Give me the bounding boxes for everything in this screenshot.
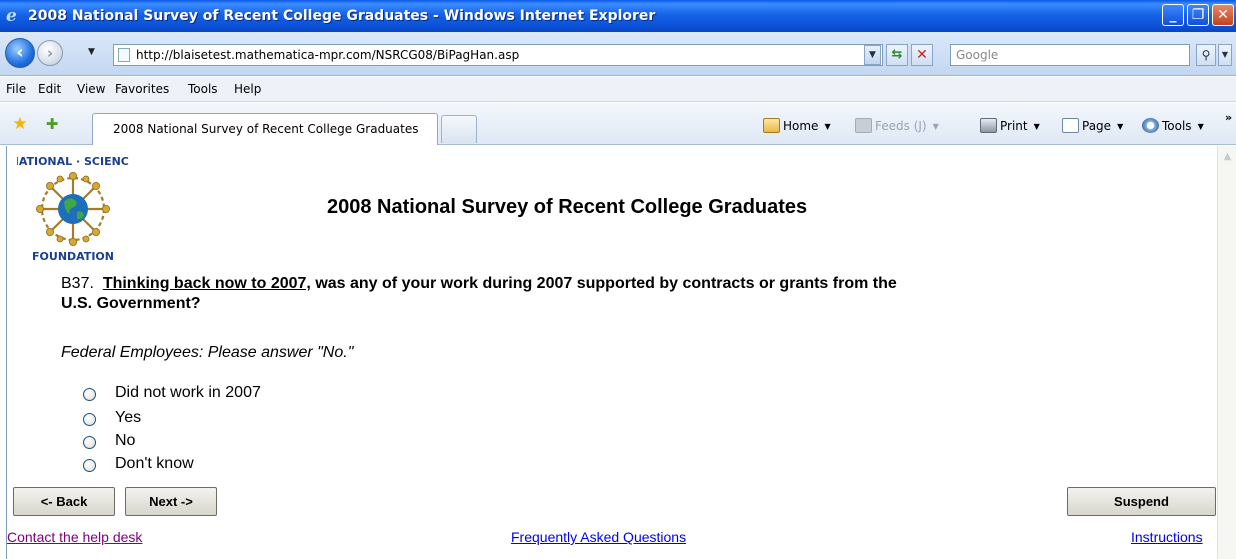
- stop-icon[interactable]: ✕: [911, 44, 933, 66]
- title-bar: e 2008 National Survey of Recent College…: [0, 0, 1236, 32]
- home-icon: [763, 118, 780, 133]
- menu-help[interactable]: Help: [234, 82, 261, 96]
- option-label: Yes: [115, 409, 142, 426]
- tab-active[interactable]: 2008 National Survey of Recent College G…: [92, 113, 438, 145]
- instruction-text: Federal Employees: Please answer "No.": [61, 344, 354, 361]
- print-button[interactable]: Print ▼: [980, 118, 1040, 133]
- page-icon: [1062, 118, 1079, 133]
- page-content: NATIONAL · SCIENCE FOUNDATION 2008 Natio…: [6, 146, 1217, 559]
- tools-menu-button[interactable]: Tools ▼: [1142, 118, 1204, 133]
- menu-view[interactable]: View: [77, 82, 105, 96]
- address-toolbar: ‹ › ▼ http://blaisetest.mathematica-mpr.…: [0, 32, 1236, 76]
- back-arrow-icon[interactable]: ‹: [5, 38, 35, 68]
- question-text: B37. Thinking back now to 2007, was any …: [61, 274, 921, 314]
- instructions-link[interactable]: Instructions: [1131, 529, 1203, 545]
- menu-tools[interactable]: Tools: [188, 82, 218, 96]
- refresh-icon[interactable]: ⇆: [886, 44, 908, 66]
- print-label: Print: [1000, 119, 1028, 133]
- menu-edit[interactable]: Edit: [38, 82, 61, 96]
- more-commands-icon[interactable]: »: [1225, 111, 1232, 124]
- forward-arrow-icon[interactable]: ›: [37, 40, 63, 66]
- printer-icon: [980, 118, 997, 133]
- help-desk-link[interactable]: Contact the help desk: [7, 529, 142, 545]
- survey-title: 2008 National Survey of Recent College G…: [327, 196, 808, 218]
- suspend-button[interactable]: Suspend: [1067, 487, 1216, 516]
- option-label: Don't know: [115, 455, 194, 472]
- radio-button[interactable]: [83, 413, 96, 426]
- browser-window: e 2008 National Survey of Recent College…: [0, 0, 1236, 559]
- radio-button[interactable]: [83, 436, 96, 449]
- recent-pages-dropdown-icon[interactable]: ▼: [88, 47, 98, 57]
- page-icon: [118, 48, 130, 62]
- address-dropdown-icon[interactable]: ▼: [864, 45, 881, 65]
- feeds-label: Feeds (J): [875, 119, 927, 133]
- logo-text-bottom: FOUNDATION: [32, 250, 114, 263]
- logo-text-top: NATIONAL · SCIENCE: [17, 155, 129, 168]
- home-label: Home: [783, 119, 819, 133]
- menu-file[interactable]: File: [6, 82, 26, 96]
- maximize-button[interactable]: ❐: [1187, 4, 1209, 26]
- chevron-down-icon[interactable]: ▼: [1034, 122, 1040, 131]
- scroll-up-icon[interactable]: ▲: [1220, 149, 1235, 165]
- new-tab-button[interactable]: [441, 115, 477, 143]
- question-emphasis: Thinking back now to 2007,: [102, 275, 311, 292]
- option-label: No: [115, 432, 136, 449]
- chevron-down-icon[interactable]: ▼: [1198, 122, 1204, 131]
- search-input[interactable]: Google: [950, 44, 1190, 66]
- radio-button[interactable]: [83, 459, 96, 472]
- address-url: http://blaisetest.mathematica-mpr.com/NS…: [136, 48, 520, 62]
- feeds-icon: [855, 118, 872, 133]
- chevron-down-icon[interactable]: ▼: [1117, 122, 1123, 131]
- chevron-down-icon[interactable]: ▼: [824, 122, 830, 131]
- add-favorites-icon[interactable]: ✚: [43, 115, 61, 133]
- menu-bar: File Edit View Favorites Tools Help: [0, 77, 1236, 102]
- search-icon[interactable]: ⚲: [1196, 44, 1216, 66]
- home-button[interactable]: Home ▼: [763, 118, 831, 133]
- vertical-scrollbar[interactable]: ▲: [1217, 146, 1236, 559]
- gear-icon: [1142, 118, 1159, 133]
- menu-favorites[interactable]: Favorites: [115, 82, 169, 96]
- back-button[interactable]: <- Back: [13, 487, 115, 516]
- question-number: B37.: [61, 275, 94, 292]
- nsf-logo: NATIONAL · SCIENCE FOUNDATION: [17, 155, 129, 263]
- tools-label: Tools: [1162, 119, 1192, 133]
- search-options-dropdown-icon[interactable]: ▼: [1218, 44, 1232, 66]
- page-label: Page: [1082, 119, 1112, 133]
- feeds-button[interactable]: Feeds (J) ▼: [855, 118, 939, 133]
- page-menu-button[interactable]: Page ▼: [1062, 118, 1123, 133]
- chevron-down-icon[interactable]: ▼: [933, 122, 939, 131]
- window-title: 2008 National Survey of Recent College G…: [28, 8, 656, 24]
- minimize-button[interactable]: _: [1162, 4, 1184, 26]
- radio-button[interactable]: [83, 388, 96, 401]
- option-label: Did not work in 2007: [115, 384, 261, 401]
- tab-bar: ★ ✚ 2008 National Survey of Recent Colle…: [0, 103, 1236, 145]
- next-button[interactable]: Next ->: [125, 487, 217, 516]
- address-input[interactable]: http://blaisetest.mathematica-mpr.com/NS…: [113, 44, 883, 66]
- favorites-center-icon[interactable]: ★: [11, 115, 29, 133]
- ie-logo-icon: e: [6, 6, 17, 26]
- faq-link[interactable]: Frequently Asked Questions: [511, 529, 686, 545]
- close-button[interactable]: ✕: [1212, 4, 1234, 26]
